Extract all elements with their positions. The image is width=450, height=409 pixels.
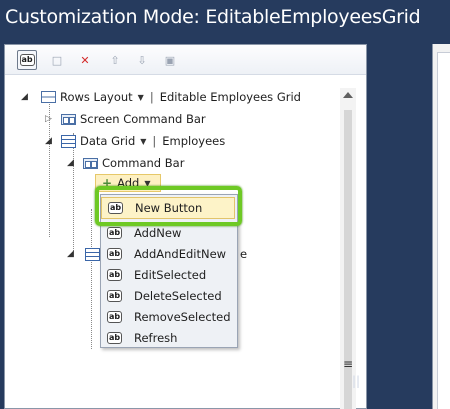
panel-divider: || bbox=[352, 374, 361, 388]
menu-item-label: AddNew bbox=[134, 226, 182, 240]
dropdown-arrow-icon[interactable]: ▼ bbox=[140, 137, 146, 146]
preview-strip bbox=[437, 52, 450, 409]
button-icon: ab bbox=[107, 311, 122, 323]
node-label: Data Grid bbox=[80, 134, 136, 148]
separator: | bbox=[152, 134, 157, 148]
collapse-arrow-icon[interactable]: ◢ bbox=[67, 158, 74, 168]
delete-icon[interactable]: ✕ bbox=[75, 50, 95, 70]
menu-item-label: Refresh bbox=[134, 331, 178, 345]
tree-node-rows-layout[interactable]: ◢ Rows Layout ▼ | Editable Employees Gri… bbox=[21, 88, 301, 106]
dropdown-arrow-icon[interactable]: ▼ bbox=[138, 93, 144, 102]
add-item-icon[interactable]: ab bbox=[17, 50, 37, 70]
button-icon: ab bbox=[107, 227, 122, 239]
scroll-up-icon[interactable] bbox=[343, 92, 353, 98]
data-grid-icon bbox=[85, 247, 100, 261]
splitter-grip-icon[interactable]: ≡ bbox=[343, 357, 353, 371]
tree-node-screen-command-bar[interactable]: ▷ Screen Command Bar bbox=[45, 110, 206, 128]
menu-item-deleteselected[interactable]: ab DeleteSelected bbox=[104, 286, 234, 306]
separator: | bbox=[149, 90, 154, 104]
node-label-partial: e bbox=[240, 247, 248, 261]
tree-connector bbox=[91, 209, 92, 349]
expand-arrow-icon[interactable]: ▷ bbox=[45, 114, 52, 124]
menu-item-editselected[interactable]: ab EditSelected bbox=[104, 265, 234, 285]
node-label: Screen Command Bar bbox=[80, 112, 206, 126]
node-value: Employees bbox=[162, 134, 226, 148]
menu-item-addnew[interactable]: ab AddNew bbox=[104, 223, 234, 243]
window-title: Customization Mode: EditableEmployeesGri… bbox=[5, 6, 421, 28]
node-value: Editable Employees Grid bbox=[159, 90, 301, 104]
move-up-icon[interactable]: ⇧ bbox=[105, 50, 125, 70]
menu-item-label: EditSelected bbox=[134, 268, 207, 282]
collapse-arrow-icon[interactable]: ◢ bbox=[67, 249, 74, 259]
preview-panel bbox=[432, 44, 450, 409]
menu-item-label: RemoveSelected bbox=[134, 310, 231, 324]
button-icon: ab bbox=[107, 290, 122, 302]
command-bar-icon bbox=[83, 157, 98, 169]
menu-item-refresh[interactable]: ab Refresh bbox=[104, 328, 234, 348]
button-icon: ab bbox=[107, 269, 122, 281]
tree-node-command-bar[interactable]: ◢ Command Bar bbox=[67, 154, 184, 172]
properties-icon[interactable]: ▣ bbox=[160, 50, 180, 70]
node-label: Rows Layout bbox=[60, 90, 133, 104]
move-down-icon[interactable]: ⇩ bbox=[132, 50, 152, 70]
menu-item-label: AddAndEditNew bbox=[134, 247, 227, 261]
button-icon: ab bbox=[107, 332, 122, 344]
collapse-arrow-icon[interactable]: ◢ bbox=[45, 136, 52, 146]
menu-item-removeselected[interactable]: ab RemoveSelected bbox=[104, 307, 234, 327]
highlight-callout bbox=[95, 186, 242, 226]
tree-toolbar: ab □ ✕ ⇧ ⇩ ▣ bbox=[5, 45, 366, 75]
add-group-icon[interactable]: □ bbox=[47, 50, 67, 70]
node-label: Command Bar bbox=[102, 156, 185, 170]
tree-node-data-grid[interactable]: ◢ Data Grid ▼ | Employees bbox=[45, 132, 225, 150]
collapse-arrow-icon[interactable]: ◢ bbox=[21, 92, 28, 102]
data-grid-icon bbox=[61, 134, 76, 148]
menu-item-addandeditnew[interactable]: ab AddAndEditNew bbox=[104, 244, 234, 264]
menu-item-label: DeleteSelected bbox=[134, 289, 222, 303]
tree-connector bbox=[73, 133, 74, 251]
command-bar-icon bbox=[61, 113, 76, 125]
rows-layout-icon bbox=[41, 91, 56, 103]
button-icon: ab bbox=[107, 248, 122, 260]
